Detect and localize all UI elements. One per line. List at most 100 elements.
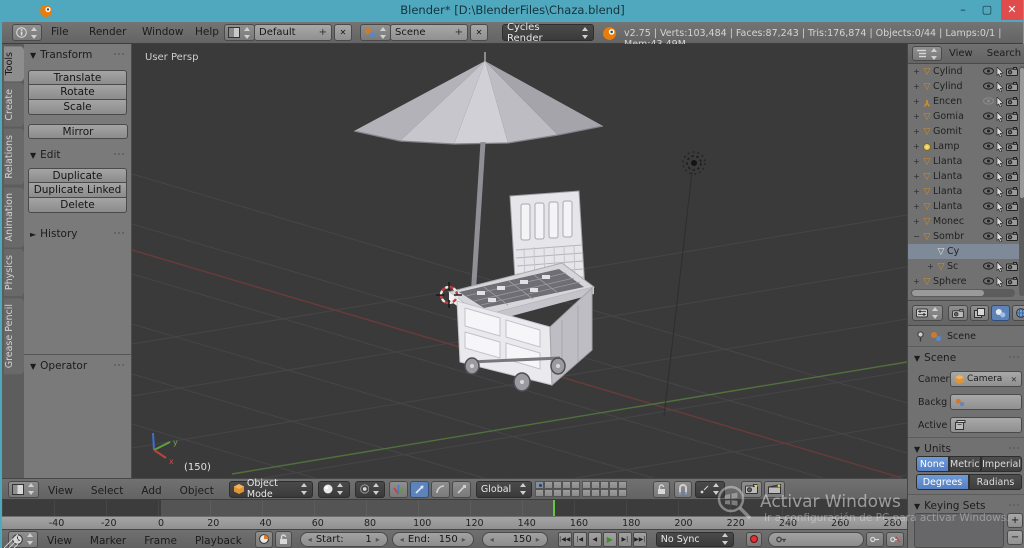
panel-header-keying-sets[interactable]: ▼ Keying Sets	[908, 494, 1024, 515]
delete-keyframe-button[interactable]	[885, 531, 904, 547]
eye-icon[interactable]	[983, 186, 994, 195]
panel-header-edit[interactable]: ▼ Edit	[24, 144, 131, 164]
remove-keying-set-button[interactable]: −	[1007, 530, 1023, 545]
prev-keyframe-button[interactable]: |◀	[572, 531, 587, 547]
tab-scene[interactable]	[991, 305, 1010, 321]
outliner-item-llanta[interactable]: + ▽ Llanta	[908, 184, 1024, 199]
increment-icon[interactable]: ▸	[376, 535, 380, 544]
cursor-select-icon[interactable]	[996, 111, 1004, 122]
panel-grip-icon[interactable]	[1008, 446, 1021, 451]
translate-manipulator-button[interactable]	[409, 480, 429, 498]
viewport-3d[interactable]: y x User Persp (150)	[132, 44, 907, 478]
panel-grip-icon[interactable]	[113, 231, 126, 236]
eye-icon[interactable]	[983, 171, 994, 180]
resize-grip[interactable]	[4, 534, 18, 548]
opengl-render-anim-button[interactable]	[763, 480, 785, 498]
add-keying-set-button[interactable]: +	[1007, 513, 1023, 528]
next-keyframe-button[interactable]: ▶|	[617, 531, 632, 547]
panel-grip-icon[interactable]	[113, 152, 126, 157]
panel-header-operator[interactable]: ▼ Operator	[24, 355, 131, 375]
cursor-select-icon[interactable]	[996, 216, 1004, 227]
layer-toggle[interactable]	[552, 481, 562, 489]
outliner-hscrollbar[interactable]	[911, 289, 1015, 297]
cursor-select-icon[interactable]	[996, 96, 1004, 107]
layer-toggle[interactable]	[543, 481, 553, 489]
outliner-menu-search[interactable]: Search	[980, 48, 1024, 59]
expand-icon[interactable]: +	[912, 277, 921, 286]
cursor-select-icon[interactable]	[996, 201, 1004, 212]
cursor-select-icon[interactable]	[996, 171, 1004, 182]
units-imperial-button[interactable]: Imperial	[981, 456, 1022, 472]
outliner-vscrollbar[interactable]	[1019, 66, 1024, 296]
shelf-tab-animation[interactable]: Animation	[4, 186, 24, 248]
translate-button[interactable]: Translate	[28, 70, 127, 85]
layer-toggle[interactable]	[617, 489, 627, 497]
eye-icon[interactable]	[983, 276, 994, 285]
mode-select[interactable]: Object Mode	[228, 478, 313, 500]
layer-toggle[interactable]	[590, 489, 600, 497]
background-set-field[interactable]	[950, 394, 1022, 410]
rotate-button[interactable]: Rotate	[28, 85, 127, 100]
camera-render-icon[interactable]	[1006, 201, 1018, 211]
outliner-item-sc[interactable]: + ▽ Sc	[908, 259, 1024, 274]
expand-icon[interactable]: +	[912, 172, 921, 181]
eye-icon[interactable]	[983, 81, 994, 90]
layer-toggle[interactable]	[608, 489, 618, 497]
camera-render-icon[interactable]	[1006, 126, 1018, 136]
eye-icon[interactable]	[983, 201, 994, 210]
current-frame-field[interactable]: ◂ 150 ▸	[481, 531, 548, 547]
layer-toggle[interactable]	[534, 481, 544, 489]
scale-manipulator-button[interactable]	[451, 480, 471, 498]
decrement-icon[interactable]: ◂	[308, 535, 312, 544]
panel-grip-icon[interactable]	[1008, 355, 1021, 360]
layer-toggle[interactable]	[590, 481, 600, 489]
mirror-button[interactable]: Mirror	[28, 124, 128, 139]
camera-render-icon[interactable]	[1006, 111, 1018, 121]
timeline-menu-marker[interactable]: Marker	[81, 531, 135, 547]
outliner-item-lamp[interactable]: + Lamp	[908, 139, 1024, 154]
editor-type-button[interactable]	[912, 46, 942, 61]
close-button[interactable]: ✕	[1001, 0, 1023, 20]
panel-grip-icon[interactable]	[1008, 503, 1021, 508]
layer-toggle[interactable]	[561, 489, 571, 497]
play-reverse-button[interactable]: ◀	[587, 531, 602, 547]
outliner-item-gomia[interactable]: + ▽ Gomia	[908, 109, 1024, 124]
umbrella-cart-model[interactable]	[353, 52, 604, 392]
snap-toggle-button[interactable]	[673, 480, 692, 498]
active-clip-field[interactable]	[950, 417, 1022, 433]
close-layout-button[interactable]: ✕	[334, 24, 352, 41]
shelf-tab-create[interactable]: Create	[4, 83, 24, 127]
expand-icon[interactable]: −	[912, 232, 921, 241]
camera-render-icon[interactable]	[1006, 276, 1018, 286]
layer-toggle[interactable]	[617, 481, 627, 489]
layer-toggle[interactable]	[581, 481, 591, 489]
snap-element-select[interactable]	[694, 480, 725, 498]
shelf-tab-physics[interactable]: Physics	[4, 249, 24, 297]
camera-render-icon[interactable]	[1006, 81, 1018, 91]
layer-toggle[interactable]	[552, 489, 562, 497]
close-icon[interactable]: ✕	[1011, 375, 1017, 384]
record-button[interactable]	[745, 531, 762, 547]
scene-browse-button[interactable]	[360, 24, 391, 41]
camera-render-icon[interactable]	[1006, 156, 1018, 166]
viewport-menu-view[interactable]: View	[39, 481, 82, 497]
lock-to-scene-button[interactable]	[652, 480, 670, 498]
menu-window[interactable]: Window	[133, 22, 192, 38]
eye-icon[interactable]	[983, 231, 994, 240]
cursor-select-icon[interactable]	[996, 156, 1004, 167]
render-engine-select[interactable]: Cycles Render	[502, 22, 594, 44]
layer-toggle[interactable]	[608, 481, 618, 489]
panel-grip-icon[interactable]	[113, 52, 126, 57]
outliner-item-monec[interactable]: + ▽ Monec	[908, 214, 1024, 229]
jump-end-button[interactable]: ▶▶|	[632, 531, 647, 547]
timeline-menu-playback[interactable]: Playback	[186, 531, 251, 547]
shelf-tab-relations[interactable]: Relations	[4, 128, 24, 185]
timeline-menu-frame[interactable]: Frame	[135, 531, 186, 547]
camera-render-icon[interactable]	[1006, 96, 1018, 106]
timeline-track[interactable]	[2, 500, 907, 516]
camera-render-icon[interactable]	[1006, 186, 1018, 196]
pin-icon[interactable]	[916, 330, 925, 342]
eye-icon[interactable]	[983, 141, 994, 150]
menu-file[interactable]: File	[42, 22, 78, 38]
outliner-item-cy[interactable]: ▽ Cy	[908, 244, 1024, 259]
